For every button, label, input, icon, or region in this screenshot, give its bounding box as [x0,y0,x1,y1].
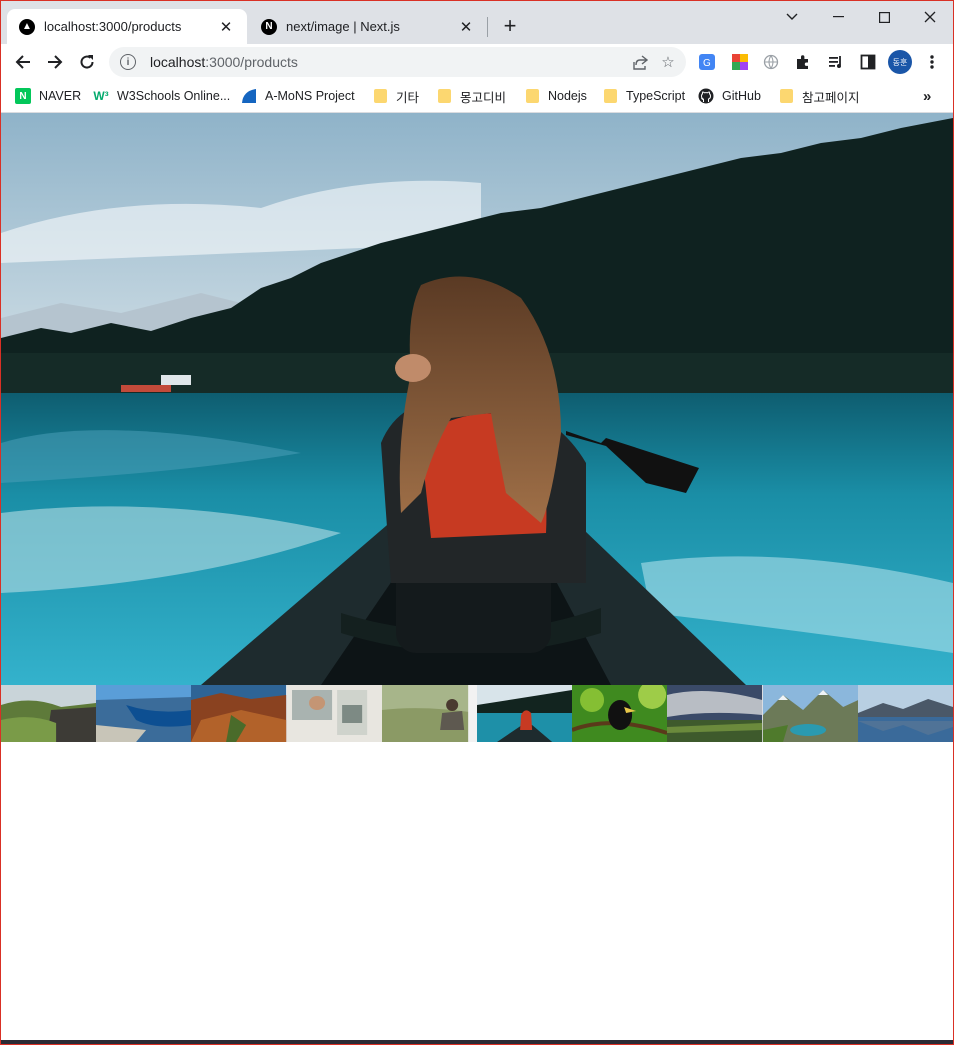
profile-avatar[interactable]: 동훈 [888,50,912,74]
bookmark-label: 참고페이지 [802,90,860,105]
share-icon[interactable] [626,48,654,76]
close-window-button[interactable] [907,3,953,31]
thumbnail-grass-field[interactable] [381,685,477,742]
nextjs-triangle-icon: ▲ [19,18,35,35]
bookmark-naver[interactable]: N NAVER [15,86,81,106]
thumbnail-hornbill[interactable] [572,685,668,742]
tab-search-button[interactable] [769,3,815,31]
reload-icon [80,55,94,69]
puzzle-extensions-icon[interactable] [791,50,815,74]
thumbnail-blue-fjord[interactable] [96,685,192,742]
close-icon[interactable]: ✕ [217,18,235,36]
minimize-icon [832,16,844,18]
naver-icon: N [15,88,31,104]
thumbnail-green-cliffs[interactable] [1,685,97,742]
nextjs-n-icon: N [261,18,277,35]
main-gallery-image [1,113,953,685]
tab-title: next/image | Next.js [286,19,400,34]
media-queue-icon[interactable] [824,50,848,74]
reload-button[interactable] [73,48,101,76]
thumbnail-mountain-reflection[interactable] [857,685,953,742]
star-icon[interactable]: ☆ [654,48,682,76]
bookmark-label: A-MoNS Project [265,89,355,103]
bookmark-github[interactable]: GitHub [698,86,761,106]
thumbnail-van-window[interactable] [286,685,382,742]
tab-strip: ▲ localhost:3000/products ✕ N next/image… [1,1,953,44]
folder-icon [524,88,540,104]
w3schools-icon: W³ [93,89,109,103]
thumbnail-mountain-valley[interactable] [762,685,858,742]
bookmark-folder-nodejs[interactable]: Nodejs [524,86,587,106]
bookmark-label: W3Schools Online... [117,89,231,103]
bookmark-folder-mongodb[interactable]: 몽고디비 [436,86,506,106]
folder-icon [436,88,452,104]
double-chevron-right-icon: » [923,87,932,105]
more-menu-icon[interactable] [920,50,944,74]
browser-window: ▲ localhost:3000/products ✕ N next/image… [0,0,954,1045]
page-content [1,113,953,1040]
side-panel-icon[interactable] [856,50,880,74]
maximize-icon [878,11,890,23]
bookmark-folder-reference[interactable]: 참고페이지 [778,86,860,106]
svg-text:G: G [703,58,711,69]
thumbnail-canoe-lake[interactable] [476,685,573,742]
close-icon[interactable]: ✕ [457,18,475,36]
close-icon [924,11,936,23]
info-icon[interactable]: i [120,54,136,70]
taskbar-edge [1,1040,953,1044]
bookmarks-bar: N NAVER W³ W3Schools Online... A-MoNS Pr… [1,80,953,113]
bookmark-label: NAVER [39,89,82,103]
address-bar[interactable]: i localhost:3000/products ☆ [109,47,686,77]
bookmark-folder-typescript[interactable]: TypeScript [602,86,685,106]
tab-title: localhost:3000/products [44,19,182,34]
folder-icon [602,88,618,104]
thumbnail-strip [1,685,953,742]
github-icon [698,88,714,104]
globe-extension-icon[interactable] [759,50,783,74]
translate-extension-icon[interactable]: G [695,50,719,74]
maximize-button[interactable] [861,3,907,31]
bookmark-label: GitHub [722,89,761,103]
url-text: localhost:3000/products [150,54,626,70]
forward-button[interactable] [41,48,69,76]
color-palette-extension-icon[interactable] [728,50,752,74]
arrow-right-icon [48,55,63,69]
folder-icon [372,88,388,104]
minimize-button[interactable] [815,3,861,31]
url-host: localhost [150,54,206,70]
thumbnail-cloudy-fields[interactable] [667,685,763,742]
thumbnail-red-rocks[interactable] [191,685,287,742]
bookmark-folder-misc[interactable]: 기타 [372,86,419,106]
bookmarks-overflow-button[interactable]: » [923,86,931,106]
bookmark-label: TypeScript [626,89,686,103]
bookmark-w3schools[interactable]: W³ W3Schools Online... [93,86,230,106]
new-tab-button[interactable]: + [498,13,522,38]
url-path: :3000/products [205,54,298,70]
bookmark-label: Nodejs [548,89,587,103]
chevron-down-icon [786,13,798,20]
tab-next-image-docs[interactable]: N next/image | Next.js ✕ [249,9,487,44]
amons-icon [241,88,257,104]
bookmark-label: 기타 [396,90,420,105]
folder-icon [778,88,794,104]
tab-products[interactable]: ▲ localhost:3000/products ✕ [7,9,247,44]
tab-separator [487,17,488,37]
arrow-left-icon [15,55,30,69]
browser-toolbar: i localhost:3000/products ☆ G 동훈 [1,44,953,80]
back-button[interactable] [9,48,37,76]
bookmark-label: 몽고디비 [460,90,507,105]
bookmark-amons[interactable]: A-MoNS Project [241,86,355,106]
